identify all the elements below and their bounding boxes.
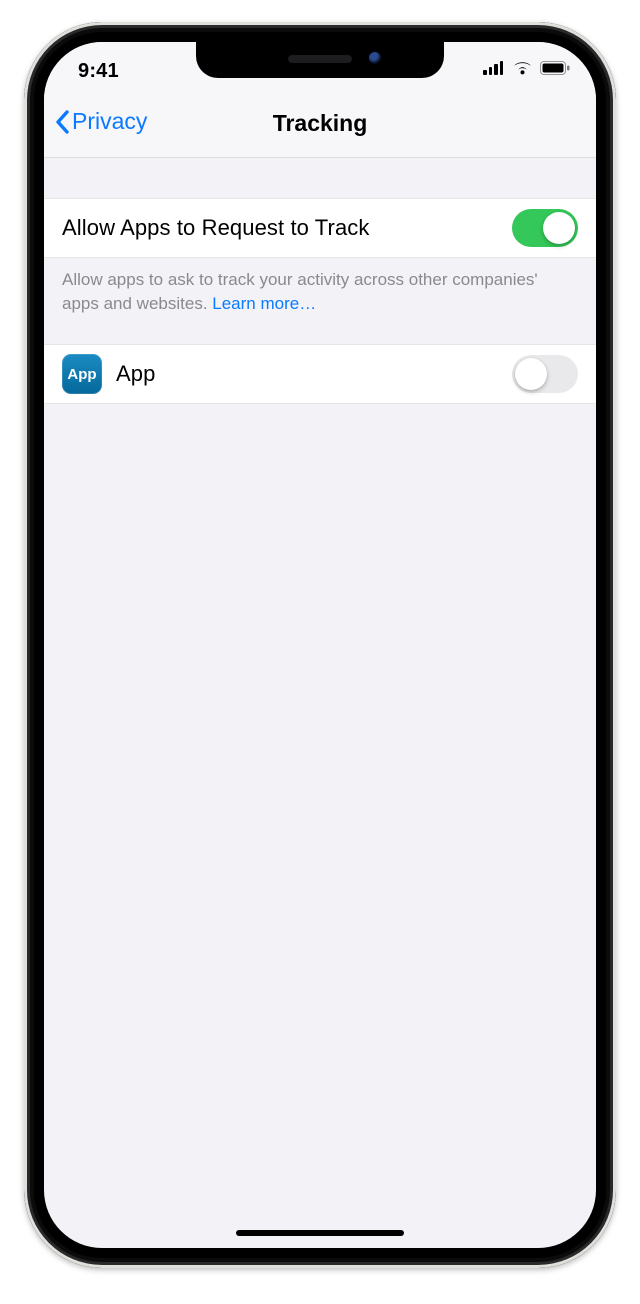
app-row: App App — [44, 344, 596, 404]
home-indicator — [236, 1230, 404, 1236]
page-title: Tracking — [44, 110, 596, 137]
cellular-icon — [483, 61, 505, 75]
allow-tracking-footer: Allow apps to ask to track your activity… — [44, 258, 596, 316]
content: Allow Apps to Request to Track Allow app… — [44, 158, 596, 404]
navigation-bar: Privacy Tracking — [44, 96, 596, 158]
battery-icon — [540, 61, 570, 75]
learn-more-link[interactable]: Learn more… — [212, 294, 316, 313]
allow-tracking-toggle[interactable] — [512, 209, 578, 247]
allow-tracking-label: Allow Apps to Request to Track — [62, 215, 512, 241]
wifi-icon — [512, 60, 533, 75]
app-tracking-toggle[interactable] — [512, 355, 578, 393]
status-time: 9:41 — [78, 60, 119, 83]
app-name: App — [116, 361, 512, 387]
app-icon: App — [62, 354, 102, 394]
device-notch — [196, 42, 444, 78]
allow-tracking-row: Allow Apps to Request to Track — [44, 198, 596, 258]
